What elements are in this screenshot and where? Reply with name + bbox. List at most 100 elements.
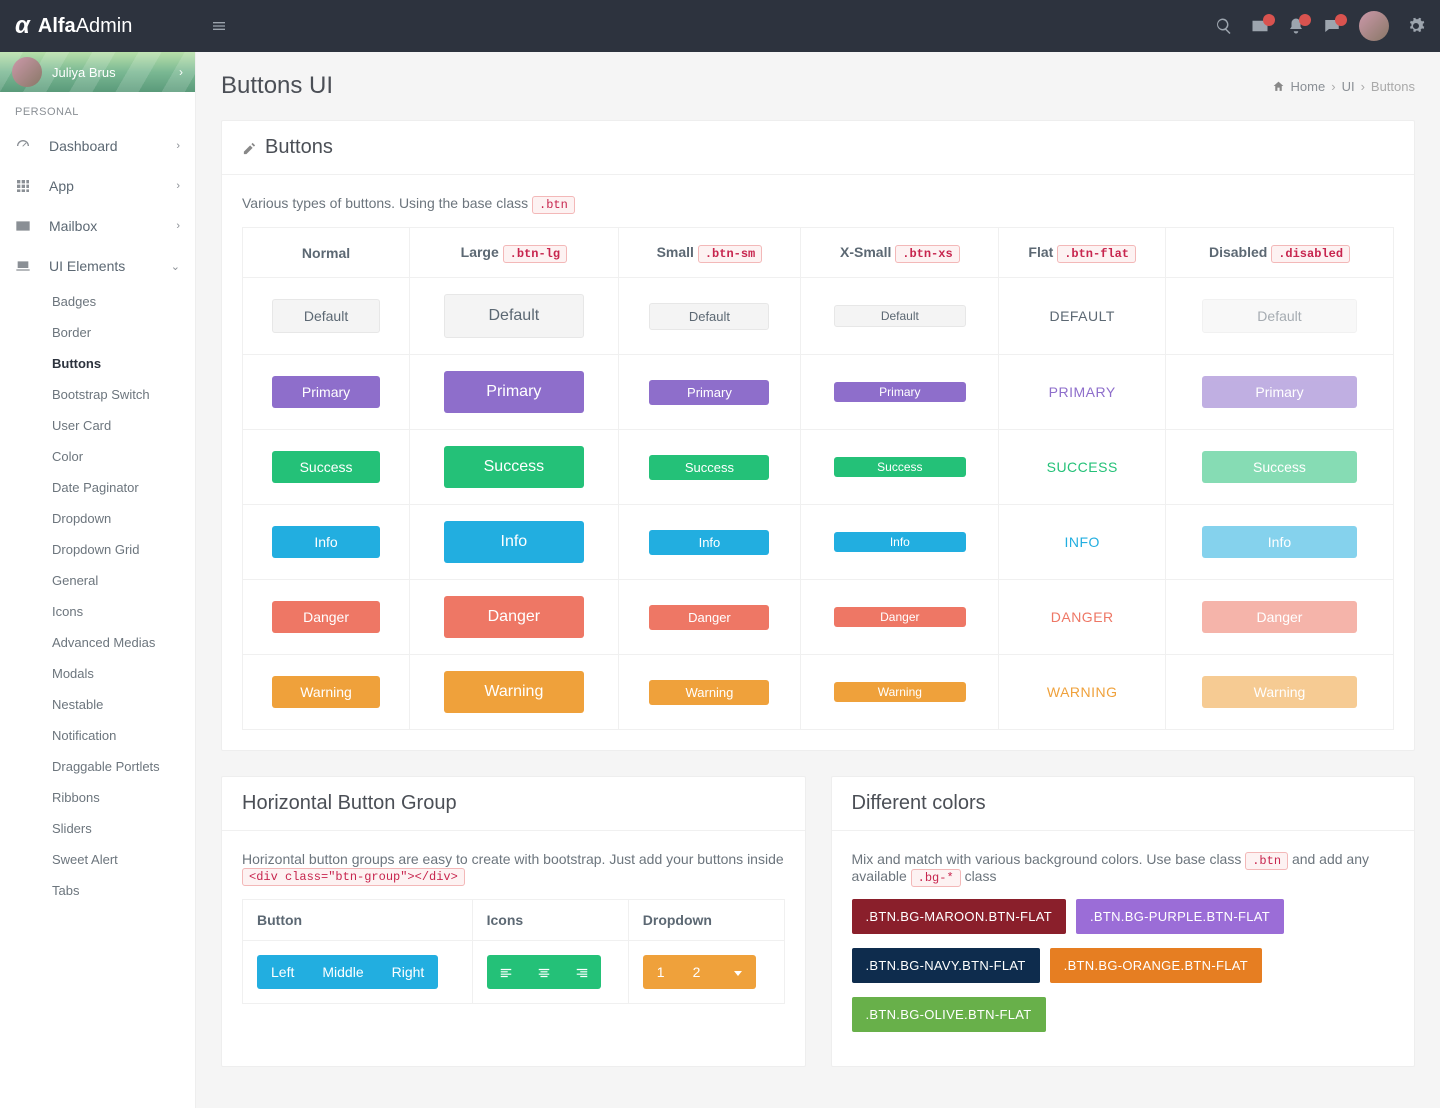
warning-flat-button[interactable]: WARNING: [1031, 677, 1134, 707]
sidebar-subitem-modals[interactable]: Modals: [0, 658, 195, 689]
menu-toggle-button[interactable]: [196, 17, 242, 35]
align-center-icon: [537, 966, 551, 980]
btn-group-dropdown: 1 2: [643, 955, 757, 989]
sidebar-section-label: PERSONAL: [0, 92, 195, 126]
sidebar-subitem-draggable-portlets[interactable]: Draggable Portlets: [0, 751, 195, 782]
sidebar-subitem-ribbons[interactable]: Ribbons: [0, 782, 195, 813]
primary-button[interactable]: Primary: [444, 371, 584, 413]
primary-button[interactable]: Primary: [834, 382, 966, 402]
hgroup-btn-left[interactable]: Left: [257, 955, 308, 989]
default-button[interactable]: Default: [834, 305, 966, 327]
default-button[interactable]: Default: [444, 294, 584, 338]
info-button[interactable]: Info: [272, 526, 380, 558]
primary-button[interactable]: Primary: [649, 380, 769, 405]
col-header: Flat .btn-flat: [999, 228, 1166, 278]
danger-button[interactable]: Danger: [649, 605, 769, 630]
gear-icon: [1407, 17, 1425, 35]
sidebar-subitem-date-paginator[interactable]: Date Paginator: [0, 472, 195, 503]
avatar: [1359, 11, 1389, 41]
sidebar-subitem-tabs[interactable]: Tabs: [0, 875, 195, 906]
primary-disabled-button: Primary: [1202, 376, 1357, 408]
sidebar-subitem-nestable[interactable]: Nestable: [0, 689, 195, 720]
chevron-right-icon: ›: [176, 180, 180, 192]
col-header: X-Small .btn-xs: [801, 228, 999, 278]
breadcrumb-ui[interactable]: UI: [1342, 79, 1355, 94]
primary-button[interactable]: Primary: [272, 376, 380, 408]
breadcrumb-home[interactable]: Home: [1291, 79, 1326, 94]
warning-disabled-button: Warning: [1202, 676, 1357, 708]
sidebar-subitem-notification[interactable]: Notification: [0, 720, 195, 751]
col-header: Large .btn-lg: [410, 228, 619, 278]
primary-flat-button[interactable]: PRIMARY: [1033, 377, 1132, 407]
danger-button[interactable]: Danger: [834, 607, 966, 627]
info-disabled-button: Info: [1202, 526, 1357, 558]
notifications-button[interactable]: [1287, 17, 1305, 35]
sidebar-subitem-dropdown[interactable]: Dropdown: [0, 503, 195, 534]
align-center-button[interactable]: [525, 955, 563, 989]
sidebar-subitem-border[interactable]: Border: [0, 317, 195, 348]
align-left-button[interactable]: [487, 955, 525, 989]
success-button[interactable]: Success: [834, 457, 966, 477]
sidebar-subitem-buttons[interactable]: Buttons: [0, 348, 195, 379]
mail-button[interactable]: [1251, 17, 1269, 35]
hgroup-btn-middle[interactable]: Middle: [308, 955, 377, 989]
success-button[interactable]: Success: [649, 455, 769, 480]
sidebar-subitem-sliders[interactable]: Sliders: [0, 813, 195, 844]
sidebar-subitem-color[interactable]: Color: [0, 441, 195, 472]
warning-button[interactable]: Warning: [272, 676, 380, 708]
align-right-button[interactable]: [563, 955, 601, 989]
default-button[interactable]: Default: [649, 303, 769, 330]
warning-button[interactable]: Warning: [834, 682, 966, 702]
success-button[interactable]: Success: [444, 446, 584, 488]
sidebar-subitem-sweet-alert[interactable]: Sweet Alert: [0, 844, 195, 875]
default-button[interactable]: Default: [272, 299, 380, 333]
settings-button[interactable]: [1407, 17, 1425, 35]
color-button[interactable]: .BTN.BG-MAROON.BTN-FLAT: [852, 899, 1067, 934]
sidebar-subitem-advanced-medias[interactable]: Advanced Medias: [0, 627, 195, 658]
sidebar-subitem-badges[interactable]: Badges: [0, 286, 195, 317]
sidebar-subitem-user-card[interactable]: User Card: [0, 410, 195, 441]
btn-group-text: Left Middle Right: [257, 955, 438, 989]
sidebar-item-app[interactable]: App ›: [0, 166, 195, 206]
msg-badge: [1335, 14, 1347, 26]
logo-icon: α: [15, 12, 30, 40]
logo[interactable]: α AlfaAdmin: [0, 0, 196, 52]
danger-flat-button[interactable]: DANGER: [1035, 602, 1130, 632]
topbar: α AlfaAdmin: [0, 0, 1440, 52]
sidebar-user-panel[interactable]: Juliya Brus ›: [0, 52, 195, 92]
warning-button[interactable]: Warning: [444, 671, 584, 713]
sidebar-subitem-general[interactable]: General: [0, 565, 195, 596]
danger-button[interactable]: Danger: [444, 596, 584, 638]
color-button[interactable]: .BTN.BG-OLIVE.BTN-FLAT: [852, 997, 1046, 1032]
color-button[interactable]: .BTN.BG-NAVY.BTN-FLAT: [852, 948, 1040, 983]
sidebar-subitem-bootstrap-switch[interactable]: Bootstrap Switch: [0, 379, 195, 410]
success-button[interactable]: Success: [272, 451, 380, 483]
danger-button[interactable]: Danger: [272, 601, 380, 633]
default-disabled-button: Default: [1202, 299, 1357, 333]
sidebar: Juliya Brus › PERSONAL Dashboard › App ›…: [0, 52, 196, 1108]
info-button[interactable]: Info: [649, 530, 769, 555]
search-button[interactable]: [1215, 17, 1233, 35]
warning-button[interactable]: Warning: [649, 680, 769, 705]
dropdown-btn-1[interactable]: 1: [643, 955, 679, 989]
sidebar-subitem-dropdown-grid[interactable]: Dropdown Grid: [0, 534, 195, 565]
sidebar-subitem-icons[interactable]: Icons: [0, 596, 195, 627]
sidebar-submenu-ui: BadgesBorderButtonsBootstrap SwitchUser …: [0, 286, 195, 906]
info-flat-button[interactable]: INFO: [1048, 527, 1115, 557]
sidebar-item-mailbox[interactable]: Mailbox ›: [0, 206, 195, 246]
hgroup-btn-right[interactable]: Right: [378, 955, 439, 989]
user-avatar-button[interactable]: [1359, 11, 1389, 41]
color-button[interactable]: .BTN.BG-PURPLE.BTN-FLAT: [1076, 899, 1284, 934]
info-button[interactable]: Info: [444, 521, 584, 563]
messages-button[interactable]: [1323, 17, 1341, 35]
info-button[interactable]: Info: [834, 532, 966, 552]
dropdown-btn-2[interactable]: 2: [679, 955, 715, 989]
edit-icon: [242, 139, 257, 156]
dropdown-toggle[interactable]: [714, 955, 756, 989]
mail-badge: [1263, 14, 1275, 26]
default-flat-button[interactable]: DEFAULT: [1033, 301, 1130, 331]
sidebar-item-dashboard[interactable]: Dashboard ›: [0, 126, 195, 166]
sidebar-item-ui-elements[interactable]: UI Elements ⌄: [0, 246, 195, 286]
success-flat-button[interactable]: SUCCESS: [1031, 452, 1134, 482]
color-button[interactable]: .BTN.BG-ORANGE.BTN-FLAT: [1050, 948, 1262, 983]
